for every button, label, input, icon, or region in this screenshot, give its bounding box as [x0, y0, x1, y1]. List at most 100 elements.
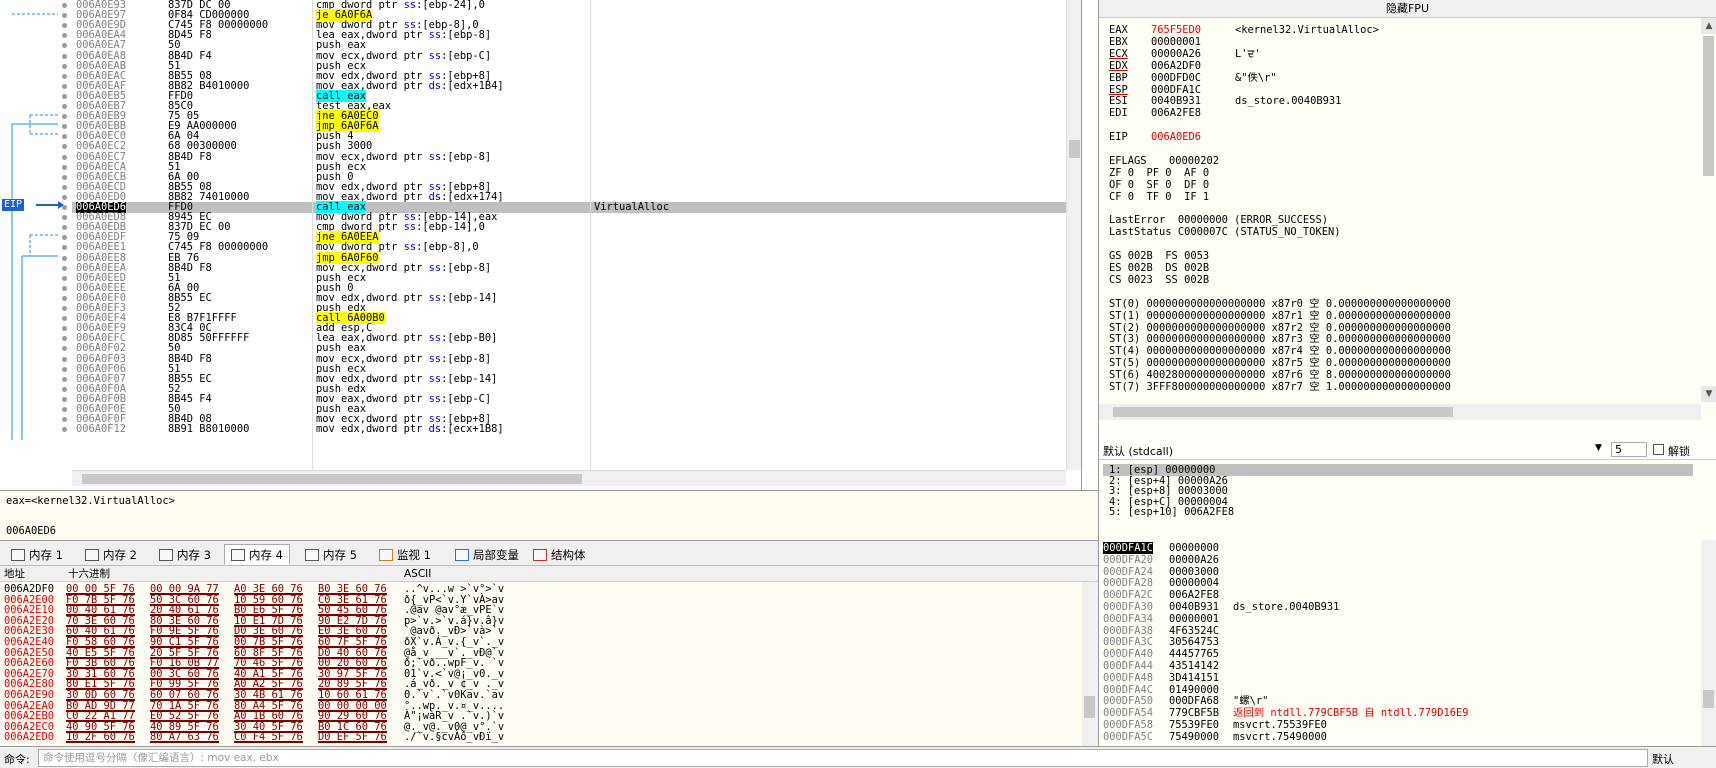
register-value[interactable]: 006A2FE8	[1151, 107, 1201, 119]
breakpoint-dot[interactable]	[62, 63, 67, 69]
breakpoint-dot[interactable]	[62, 275, 67, 281]
breakpoint-dot[interactable]	[62, 174, 67, 180]
tab-8[interactable]: 结构体	[526, 544, 593, 565]
stack-arg-line[interactable]: 5: [esp+10] 006A2FE8	[1109, 506, 1234, 518]
breakpoint-dot[interactable]	[62, 285, 67, 291]
stack-row[interactable]: 000DFA30 0040B931 ds_store.0040B931	[1099, 601, 1699, 613]
hide-fpu-button[interactable]: 隐藏FPU	[1099, 0, 1716, 18]
breakpoint-dot[interactable]	[62, 366, 67, 372]
stack-row[interactable]: 000DFA3C 30564753	[1099, 636, 1699, 648]
stack-row[interactable]: 000DFA34 00000001	[1099, 613, 1699, 625]
register-name: ECX	[1109, 47, 1128, 60]
breakpoint-dot[interactable]	[62, 265, 67, 271]
breakpoint-dot[interactable]	[62, 3, 67, 8]
stack-row[interactable]: 000DFA5C 75490000 msvcrt.75490000	[1099, 731, 1699, 743]
register-comment: <kernel32.VirtualAlloc>	[1235, 24, 1379, 36]
dump-hex-group: 80 A7 63 76	[150, 731, 219, 744]
register-value[interactable]: 00000A26	[1151, 48, 1201, 60]
stack-row[interactable]: 000DFA4C 01490000	[1099, 684, 1699, 696]
breakpoint-dot[interactable]	[62, 396, 67, 402]
stack-row[interactable]: 000DFA38 4F63524C	[1099, 625, 1699, 637]
dump-vscrollbar[interactable]	[1082, 582, 1098, 746]
stack-row[interactable]: 000DFA50 000DFA68 "螺\r"	[1099, 695, 1699, 707]
command-mode-select[interactable]: 默认	[1652, 751, 1674, 767]
stack-vscrollbar[interactable]	[1701, 540, 1716, 746]
register-value[interactable]: 765F5ED0	[1151, 24, 1201, 36]
command-input[interactable]: 命令使用逗号分隔（像汇编语言）: mov eax, ebx	[38, 749, 1648, 767]
register-value[interactable]: 00000001	[1151, 36, 1201, 48]
registers-scroll-thumb[interactable]	[1703, 36, 1714, 176]
scroll-up-icon[interactable]: ▲	[1701, 18, 1716, 34]
eip-label: EIP	[2, 199, 25, 211]
stack-row[interactable]: 000DFA44 43514142	[1099, 660, 1699, 672]
tab-2[interactable]: 内存 2	[78, 544, 144, 565]
disasm-vscrollbar[interactable]	[1066, 0, 1081, 470]
breakpoint-dot[interactable]	[62, 356, 67, 362]
stack-row[interactable]: 000DFA58 75539FE0 msvcrt.75539FE0	[1099, 719, 1699, 731]
register-value[interactable]: 0040B931	[1151, 95, 1201, 107]
breakpoint-dot[interactable]	[62, 255, 67, 261]
stack-row[interactable]: 000DFA1C 00000000	[1099, 542, 1699, 554]
tab-5[interactable]: 内存 5	[298, 544, 364, 565]
scroll-down-icon[interactable]: ▼	[1701, 386, 1716, 402]
breakpoint-dot[interactable]	[62, 93, 67, 99]
register-value[interactable]: 000DFA1C	[1151, 84, 1201, 96]
register-value[interactable]: 000DFD0C	[1151, 72, 1201, 84]
breakpoint-dot[interactable]	[62, 376, 67, 382]
disassembly-panel[interactable]: EIP 006A0E93 837D DC 00 cmp dword ptr ss:[…	[0, 0, 1082, 490]
register-name: ST(3) 0000000000000000000 x87r3 空 0.0000…	[1109, 333, 1451, 346]
register-name: EDX	[1109, 59, 1128, 72]
dump-tabs: 内存 1 内存 2 内存 3 内存 4 内存 5 监视 1 局部变量 结构体	[0, 540, 1098, 566]
stack-row[interactable]: 000DFA20 00000A26	[1099, 554, 1699, 566]
stack-row[interactable]: 000DFA40 44457765	[1099, 648, 1699, 660]
tab-6[interactable]: 监视 1	[372, 544, 438, 565]
stack-comment: msvcrt.75539FE0	[1233, 719, 1327, 731]
dump-row[interactable]: 006A2ED0 10 2F 60 76 80 A7 63 76 C0 F4 5F 7…	[0, 731, 1080, 744]
calling-convention[interactable]: 默认 (stdcall)	[1103, 443, 1173, 459]
register-name: EFLAGS	[1109, 154, 1147, 167]
dump-header-address: 地址	[4, 568, 25, 580]
registers-hscrollbar[interactable]	[1099, 404, 1701, 420]
breakpoint-dot[interactable]	[62, 73, 67, 79]
tab-3[interactable]: 内存 3	[152, 544, 218, 565]
stack-row[interactable]: 000DFA28 00000004	[1099, 577, 1699, 589]
register-value[interactable]: 006A0ED6	[1151, 131, 1201, 143]
register-value[interactable]: 006A2DF0	[1151, 60, 1201, 72]
breakpoint-dot[interactable]	[62, 205, 67, 210]
breakpoint-dot[interactable]	[62, 194, 67, 200]
breakpoint-dot[interactable]	[62, 386, 67, 392]
stack-value: 000DFA68	[1169, 695, 1220, 708]
tab-label: 结构体	[551, 548, 586, 562]
tab-4[interactable]: 内存 4	[224, 544, 290, 565]
stack-address: 000DFA58	[1103, 719, 1154, 731]
stack-row[interactable]: 000DFA24 00003000	[1099, 566, 1699, 578]
breakpoint-dot[interactable]	[62, 306, 67, 311]
chevron-down-icon[interactable]: ▼	[1595, 443, 1602, 453]
stack-panel[interactable]: 000DFA1C 00000000 000DFA20 00000A26 000DFA24…	[1098, 540, 1716, 746]
breakpoint-dot[interactable]	[62, 164, 67, 170]
stack-row[interactable]: 000DFA54 779CBF5B 返回到 ntdll.779CBF5B 自 ntd…	[1099, 707, 1699, 719]
breakpoint-dot[interactable]	[62, 154, 67, 160]
breakpoint-dot[interactable]	[62, 184, 67, 190]
disasm-hscrollbar[interactable]	[72, 470, 1066, 486]
breakpoint-dot[interactable]	[62, 104, 67, 109]
stack-address: 000DFA40	[1103, 648, 1154, 661]
dump-hex-group: D0 EF 5F 76	[318, 731, 387, 744]
memory-dump-panel[interactable]: 地址 十六进制 ASCII 006A2DF0 00 00 5F 76 00 00 9…	[0, 566, 1098, 746]
unlock-checkbox[interactable]	[1653, 444, 1664, 455]
arg-count-spinner[interactable]: 5	[1611, 442, 1647, 457]
breakpoint-dot[interactable]	[62, 83, 67, 89]
tab-7[interactable]: 局部变量	[448, 544, 526, 565]
breakpoint-dot[interactable]	[62, 295, 67, 301]
registers-panel[interactable]: 隐藏FPU EAX 765F5ED0 <kernel32.VirtualAlloc>…	[1098, 0, 1716, 440]
breakpoint-dot[interactable]	[62, 407, 67, 412]
disasm-row[interactable]: 006A0F12 8B91 B8010000 mov edx,dword ptr d…	[72, 423, 1081, 436]
stack-row[interactable]: 000DFA2C 006A2FE8	[1099, 589, 1699, 601]
tab-1[interactable]: 内存 1	[4, 544, 70, 565]
stack-address: 000DFA20	[1103, 553, 1154, 566]
stack-row[interactable]: 000DFA48 3D414151	[1099, 672, 1699, 684]
register-value[interactable]: 00000202	[1169, 155, 1219, 167]
breakpoint-dot[interactable]	[62, 53, 67, 59]
register-name: EDI	[1109, 107, 1128, 120]
disasm-bytes: 8B91 B8010000	[168, 423, 250, 436]
